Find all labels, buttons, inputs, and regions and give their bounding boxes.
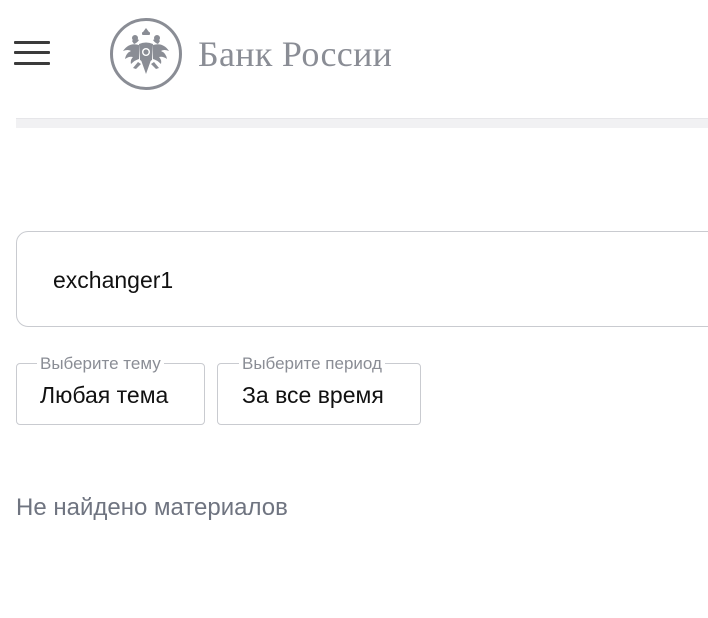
topic-select-label: Выберите тему bbox=[37, 354, 164, 374]
double-headed-eagle-emblem-icon bbox=[110, 18, 182, 90]
header-divider bbox=[16, 118, 708, 128]
search-box[interactable] bbox=[16, 231, 708, 327]
bank-name-text: Банк России bbox=[198, 34, 393, 74]
page: Банк России Выберите тему Любая тема Выб… bbox=[0, 0, 708, 618]
period-select[interactable]: Выберите период За все время bbox=[217, 354, 421, 425]
period-select-label: Выберите период bbox=[239, 354, 385, 374]
site-header: Банк России bbox=[0, 0, 708, 118]
period-select-value: За все время bbox=[242, 382, 384, 408]
bank-logo-link[interactable]: Банк России bbox=[110, 17, 392, 91]
topic-select-value: Любая тема bbox=[40, 382, 169, 408]
hamburger-menu-icon[interactable] bbox=[14, 41, 50, 65]
search-input[interactable] bbox=[53, 260, 673, 300]
no-results-message: Не найдено материалов bbox=[16, 494, 288, 521]
topic-select[interactable]: Выберите тему Любая тема bbox=[16, 354, 205, 425]
